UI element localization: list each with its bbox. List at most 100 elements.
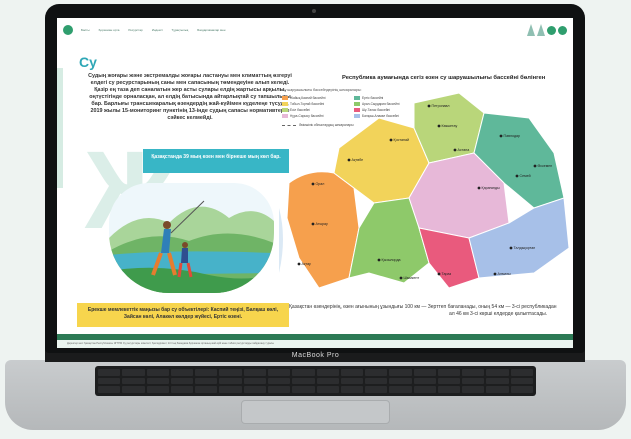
laptop-brand-label: MacBook Pro bbox=[291, 352, 340, 359]
keyboard-key bbox=[462, 369, 485, 376]
important-water-objects-box: Ерекше мемлекеттік маңызы бар су объекті… bbox=[77, 303, 289, 327]
keyboard-key bbox=[243, 386, 266, 393]
keyboard-key bbox=[122, 369, 145, 376]
keyboard-key bbox=[195, 386, 218, 393]
keyboard-key bbox=[365, 369, 388, 376]
keyboard-key bbox=[219, 377, 242, 385]
keyboard-key bbox=[340, 369, 364, 376]
keyboard-key bbox=[146, 377, 169, 385]
city-marker bbox=[311, 182, 315, 186]
city-marker bbox=[499, 134, 503, 138]
keyboard-key bbox=[122, 377, 145, 385]
city-label: Ақтау bbox=[302, 262, 312, 266]
city-marker bbox=[437, 124, 441, 128]
city-label: Көкшетау bbox=[442, 124, 458, 128]
keyboard-key bbox=[462, 386, 485, 393]
footer-source-text: Деректер көзі: Қазақстан Республикасы ЭГ… bbox=[67, 342, 274, 345]
keyboard-key bbox=[462, 377, 485, 385]
nav-item-sustainability[interactable]: Тұрақтылық bbox=[171, 28, 188, 32]
keyboard-key bbox=[243, 369, 266, 376]
laptop-screen: Басты Қоршаған орта Ресурстар Индексі Тұ… bbox=[57, 18, 573, 348]
keyboard-key bbox=[146, 369, 169, 376]
nav-item-programs[interactable]: Бағдарламалар мен bbox=[197, 28, 225, 32]
keyboard-key bbox=[316, 377, 339, 385]
city-label: Тараз bbox=[442, 272, 452, 276]
keyboard-key bbox=[170, 369, 194, 376]
keyboard-key bbox=[267, 369, 291, 376]
keyboard-key bbox=[195, 377, 218, 385]
top-navigation: Басты Қоршаған орта Ресурстар Индексі Тұ… bbox=[57, 18, 573, 42]
keyboard-key bbox=[510, 369, 533, 376]
city-label: Қызылорда bbox=[382, 258, 401, 262]
menu-button[interactable] bbox=[558, 25, 567, 35]
language-button[interactable] bbox=[547, 25, 556, 35]
city-label: Ақтөбе bbox=[352, 158, 364, 162]
map-caption-line-1: Қазақстан өзендерінің, өзен ағынының ұзы… bbox=[289, 304, 557, 310]
nav-item-environment[interactable]: Қоршаған орта bbox=[99, 28, 120, 32]
city-label: Петропавл bbox=[432, 104, 450, 108]
city-marker bbox=[509, 246, 513, 250]
city-label: Астана bbox=[458, 148, 470, 152]
city-marker bbox=[493, 272, 497, 276]
city-label: Орал bbox=[316, 182, 325, 186]
city-label: Қарағанды bbox=[482, 186, 500, 190]
city-label: Шымкент bbox=[404, 276, 420, 280]
keyboard-key bbox=[486, 369, 509, 376]
keyboard-key bbox=[146, 386, 169, 393]
nav-item-home[interactable]: Басты bbox=[81, 28, 90, 32]
keyboard-key bbox=[98, 386, 121, 393]
trackpad bbox=[241, 400, 390, 424]
keyboard-key bbox=[340, 386, 364, 393]
keyboard-key bbox=[389, 369, 412, 376]
keyboard-key bbox=[316, 369, 339, 376]
keyboard-key bbox=[243, 377, 266, 385]
keyboard-key bbox=[413, 386, 436, 393]
basin-region-zhaiyk-caspian bbox=[286, 171, 360, 289]
keyboard-key bbox=[413, 377, 436, 385]
map-title: Республика аумағында сегіз өзен су шаруа… bbox=[342, 75, 546, 81]
keyboard bbox=[95, 366, 536, 396]
keyboard-key bbox=[122, 386, 145, 393]
page-title: Су bbox=[79, 54, 97, 70]
keyboard-key bbox=[170, 386, 194, 393]
nav-item-resources[interactable]: Ресурстар bbox=[128, 28, 142, 32]
keyboard-key bbox=[437, 377, 461, 385]
keyboard-key bbox=[510, 377, 533, 385]
tree-icon bbox=[537, 24, 545, 36]
keyboard-key bbox=[486, 377, 509, 385]
camera-icon bbox=[312, 9, 316, 13]
city-label: Павлодар bbox=[504, 134, 521, 138]
site-logo[interactable] bbox=[63, 25, 73, 35]
map-caption-line-2: ал 46 км 3-сі көрші елдерде қалыптасады. bbox=[449, 311, 548, 317]
map-caption: Қазақстан өзендерінің, өзен ағынының ұзы… bbox=[289, 304, 573, 318]
city-marker bbox=[453, 148, 457, 152]
kazakhstan-basin-map: Петропавл Қостанай Павлодар Көкшетау Астана Ө… bbox=[279, 92, 570, 289]
keyboard-key bbox=[340, 377, 364, 385]
side-progress-bar bbox=[57, 68, 63, 188]
city-marker bbox=[477, 186, 481, 190]
keyboard-key bbox=[486, 386, 509, 393]
city-marker bbox=[427, 104, 431, 108]
city-label: Өскемен bbox=[538, 164, 553, 168]
city-label: Семей bbox=[520, 174, 531, 178]
tree-icon bbox=[527, 24, 535, 36]
city-label: Қостанай bbox=[394, 138, 409, 142]
keyboard-key bbox=[98, 369, 121, 376]
keyboard-key bbox=[292, 386, 315, 393]
keyboard-key bbox=[316, 386, 339, 393]
keyboard-key bbox=[195, 369, 218, 376]
fishing-illustration bbox=[109, 183, 274, 293]
highlight-box: Қазақстанда 39 мың өзен мен бірнеше мың … bbox=[143, 149, 289, 173]
keyboard-key bbox=[292, 369, 315, 376]
keyboard-key bbox=[267, 386, 291, 393]
keyboard-key bbox=[219, 386, 242, 393]
keyboard-key bbox=[437, 369, 461, 376]
city-marker bbox=[377, 258, 381, 262]
keyboard-key bbox=[389, 386, 412, 393]
intro-paragraph: Судың жоғары және экстремалды жоғары лас… bbox=[88, 73, 292, 121]
keyboard-key bbox=[219, 369, 242, 376]
city-marker bbox=[437, 272, 441, 276]
keyboard-key bbox=[437, 386, 461, 393]
nav-item-index[interactable]: Индексі bbox=[152, 28, 163, 32]
nav-right-controls bbox=[527, 24, 567, 36]
